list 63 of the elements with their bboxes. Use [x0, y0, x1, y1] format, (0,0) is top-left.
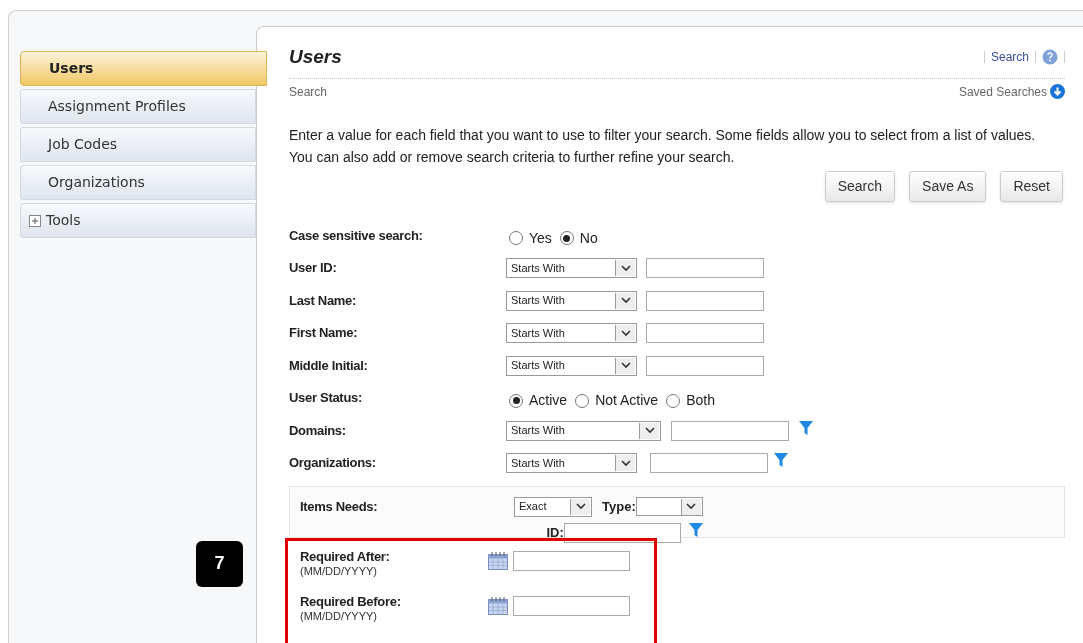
filter-icon[interactable] — [799, 420, 813, 435]
radio-button[interactable] — [666, 393, 681, 408]
action-button[interactable]: Search — [824, 170, 896, 202]
calendar-icon[interactable] — [488, 596, 508, 615]
instructions-text: Enter a value for each field that you want to use to filter your search. Some fields allow you to select from a list of values. You can also add or remove search criteria to further refine your search. — [289, 125, 1037, 167]
filter-icon[interactable] — [774, 453, 788, 467]
radio-button[interactable] — [509, 393, 523, 408]
input-field[interactable] — [513, 595, 630, 616]
field-label: Domains: — [289, 421, 347, 440]
operator-dropdown[interactable]: Starts With — [506, 290, 637, 311]
action-button[interactable]: Reset — [1000, 170, 1063, 202]
field-label: ID: — [546, 523, 564, 542]
operator-dropdown[interactable]: Starts With — [506, 323, 637, 343]
filter-icon[interactable] — [688, 522, 703, 537]
input-field[interactable] — [646, 323, 764, 343]
input-field[interactable] — [513, 550, 630, 571]
date-format-hint: (MM/DD/YYYY) — [300, 609, 378, 624]
page-title: Users — [289, 45, 342, 69]
sidebar-item[interactable]: Assignment Profiles — [20, 89, 256, 124]
expand-icon[interactable] — [29, 214, 41, 227]
radio-label: Yes — [529, 228, 552, 248]
field-label: Case sensitive search: — [289, 226, 424, 245]
radio-button[interactable] — [509, 231, 523, 245]
arrow-down-icon[interactable] — [1050, 84, 1065, 99]
sidebar-item[interactable]: Tools — [20, 203, 256, 238]
type-dropdown[interactable] — [635, 497, 703, 516]
field-label: Items Needs: — [300, 497, 379, 516]
field-label: User Status: — [289, 389, 363, 407]
operator-dropdown[interactable]: Starts With — [506, 355, 637, 376]
search-link[interactable]: Search — [990, 48, 1029, 67]
field-label: Middle Initial: — [289, 356, 369, 375]
input-field[interactable] — [646, 290, 764, 311]
radio-label: Not Active — [595, 391, 659, 410]
operator-dropdown[interactable]: Exact — [514, 496, 592, 517]
input-field[interactable] — [650, 453, 768, 473]
radio-button[interactable] — [559, 231, 574, 245]
operator-dropdown[interactable]: Starts With — [506, 258, 637, 278]
operator-dropdown[interactable]: Starts With — [506, 420, 661, 441]
sidebar-item[interactable]: Organizations — [20, 165, 256, 200]
sidebar-item[interactable]: Job Codes — [20, 127, 256, 162]
field-label: Required After: — [300, 548, 391, 564]
field-label: Organizations: — [289, 454, 377, 472]
radio-button[interactable] — [575, 393, 590, 408]
action-button[interactable]: Save As — [909, 170, 987, 202]
field-label: Required Before: — [300, 593, 402, 609]
step-number-badge: 7 — [196, 540, 243, 587]
help-icon[interactable] — [1042, 49, 1058, 66]
sidebar-item[interactable]: Users — [20, 51, 267, 86]
radio-label: Both — [686, 391, 715, 410]
radio-label: Active — [529, 391, 568, 410]
radio-label: No — [579, 228, 598, 248]
field-label: First Name: — [289, 324, 359, 342]
date-format-hint: (MM/DD/YYYY) — [300, 564, 378, 579]
field-label: Type: — [602, 497, 636, 516]
input-field[interactable] — [671, 420, 789, 441]
breadcrumb: Search — [289, 83, 328, 101]
input-field[interactable] — [646, 258, 764, 278]
saved-searches-link[interactable]: Saved Searches — [958, 82, 1047, 101]
operator-dropdown[interactable]: Starts With — [506, 453, 637, 473]
field-label: Last Name: — [289, 291, 358, 310]
input-field[interactable] — [646, 355, 764, 376]
field-label: User ID: — [289, 259, 338, 277]
calendar-icon[interactable] — [488, 551, 508, 570]
